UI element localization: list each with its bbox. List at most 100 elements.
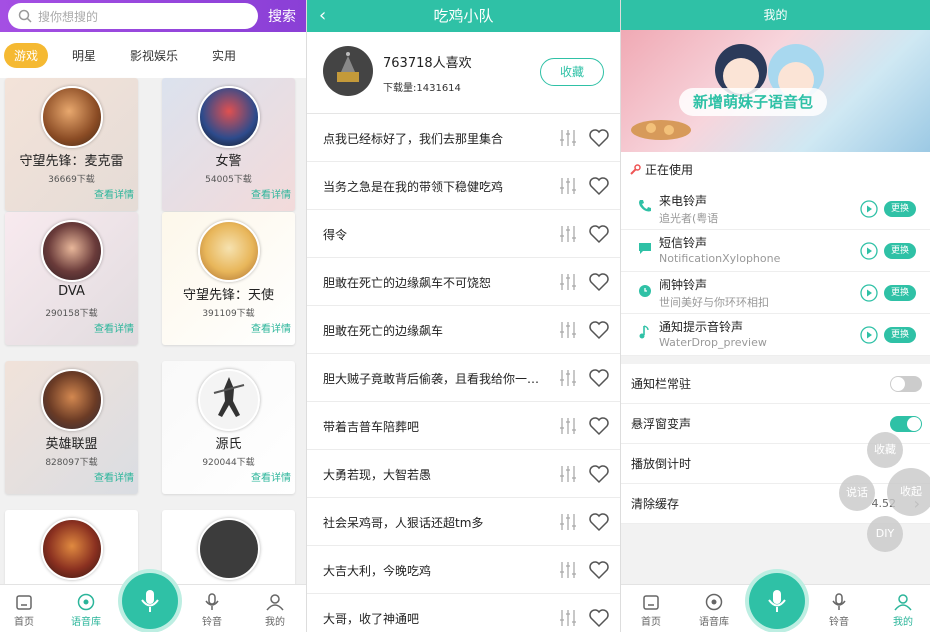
- favorite-button[interactable]: 收藏: [540, 58, 604, 86]
- ringtone-notification[interactable]: 通知提示音铃声 WaterDrop_preview 更换: [621, 314, 930, 356]
- record-button[interactable]: [122, 573, 178, 629]
- equalizer-icon[interactable]: [558, 272, 578, 292]
- view-details-link[interactable]: 查看详情: [251, 320, 291, 335]
- change-button[interactable]: 更换: [884, 201, 916, 217]
- heart-icon[interactable]: [588, 127, 610, 149]
- pack-logo: [323, 46, 373, 96]
- promo-banner[interactable]: 新增萌妹子语音包: [621, 30, 930, 152]
- play-icon[interactable]: [860, 284, 878, 302]
- tab-entertainment[interactable]: 影视娱乐: [120, 43, 188, 68]
- heart-icon[interactable]: [588, 463, 610, 485]
- ringtone-value: 追光者(粤语: [659, 212, 719, 225]
- voice-pack-card[interactable]: DVA 290158下载 查看详情: [5, 212, 138, 345]
- setting-notify[interactable]: 通知栏常驻: [621, 364, 930, 404]
- ringtone-value: NotificationXylophone: [659, 252, 781, 265]
- float-toggle[interactable]: [890, 416, 922, 432]
- view-details-link[interactable]: 查看详情: [94, 469, 134, 484]
- float-collapse-button[interactable]: 收起: [887, 468, 930, 516]
- play-icon[interactable]: [860, 200, 878, 218]
- sound-item[interactable]: 胆大贼子竟敢背后偷袭，且看我给你一个…: [307, 354, 620, 402]
- voice-pack-card[interactable]: 守望先锋：麦克雷 36669下载 查看详情: [5, 78, 138, 211]
- tab-stars[interactable]: 明星: [62, 43, 106, 68]
- nav-library-label: 语音库: [71, 617, 101, 628]
- view-details-link[interactable]: 查看详情: [251, 469, 291, 484]
- voice-pack-card[interactable]: 女警 54005下载 查看详情: [162, 78, 295, 211]
- heart-icon[interactable]: [588, 271, 610, 293]
- equalizer-icon[interactable]: [558, 608, 578, 628]
- sound-item[interactable]: 带着吉普车陪葬吧: [307, 402, 620, 450]
- nav-library[interactable]: 语音库: [66, 593, 106, 628]
- voice-pack-card[interactable]: 源氏 920044下载 查看详情: [162, 361, 295, 494]
- sound-item[interactable]: 社会呆鸡哥，人狠话还超tm多: [307, 498, 620, 546]
- view-details-link[interactable]: 查看详情: [94, 186, 134, 201]
- change-button[interactable]: 更换: [884, 327, 916, 343]
- change-button[interactable]: 更换: [884, 285, 916, 301]
- notify-toggle[interactable]: [890, 376, 922, 392]
- change-button[interactable]: 更换: [884, 243, 916, 259]
- equalizer-icon[interactable]: [558, 464, 578, 484]
- heart-icon[interactable]: [588, 415, 610, 437]
- heart-icon[interactable]: [588, 367, 610, 389]
- heart-icon[interactable]: [588, 223, 610, 245]
- back-arrow-icon[interactable]: ‹: [319, 0, 326, 32]
- nav-ringtone[interactable]: 铃音: [192, 593, 232, 628]
- sound-item[interactable]: 得令: [307, 210, 620, 258]
- nav-mine[interactable]: 我的: [883, 593, 923, 628]
- voice-pack-card[interactable]: [162, 510, 295, 590]
- sound-item[interactable]: 胆敢在死亡的边缘飙车: [307, 306, 620, 354]
- heart-icon[interactable]: [588, 319, 610, 341]
- nav-home[interactable]: 首页: [4, 593, 44, 628]
- equalizer-icon[interactable]: [558, 368, 578, 388]
- equalizer-icon[interactable]: [558, 560, 578, 580]
- search-button[interactable]: 搜索: [268, 6, 296, 26]
- pack-avatar: [40, 369, 103, 431]
- ringtone-sms[interactable]: 短信铃声 NotificationXylophone 更换: [621, 230, 930, 272]
- record-button[interactable]: [749, 573, 805, 629]
- voice-pack-card[interactable]: 守望先锋：天使 391109下载 查看详情: [162, 212, 295, 345]
- heart-icon[interactable]: [588, 607, 610, 629]
- ringtone-value: WaterDrop_preview: [659, 336, 767, 349]
- equalizer-icon[interactable]: [558, 128, 578, 148]
- voice-pack-card[interactable]: [5, 510, 138, 590]
- sound-item[interactable]: 胆敢在死亡的边缘飙车不可饶恕: [307, 258, 620, 306]
- nav-ringtone[interactable]: 铃音: [819, 593, 859, 628]
- equalizer-icon[interactable]: [558, 320, 578, 340]
- nav-library[interactable]: 语音库: [694, 593, 734, 628]
- ringtone-call[interactable]: 来电铃声 追光者(粤语 更换: [621, 188, 930, 230]
- sound-item[interactable]: 大吉大利，今晚吃鸡: [307, 546, 620, 594]
- pack-name: 源氏: [215, 437, 242, 452]
- heart-icon[interactable]: [588, 559, 610, 581]
- pack-likes: 763718人喜欢: [383, 56, 472, 71]
- heart-icon[interactable]: [588, 175, 610, 197]
- sound-item[interactable]: 大哥，收了神通吧: [307, 594, 620, 632]
- sound-item[interactable]: 当务之急是在我的带领下稳健吃鸡: [307, 162, 620, 210]
- tab-utility[interactable]: 实用: [202, 43, 246, 68]
- nav-home[interactable]: 首页: [631, 593, 671, 628]
- sound-title: 得令: [323, 228, 348, 242]
- voice-pack-card[interactable]: 英雄联盟 828097下载 查看详情: [5, 361, 138, 494]
- nav-mine[interactable]: 我的: [255, 593, 295, 628]
- equalizer-icon[interactable]: [558, 224, 578, 244]
- equalizer-icon[interactable]: [558, 512, 578, 532]
- equalizer-icon[interactable]: [558, 176, 578, 196]
- heart-icon[interactable]: [588, 511, 610, 533]
- view-details-link[interactable]: 查看详情: [94, 320, 134, 335]
- ringtone-alarm[interactable]: 闹钟铃声 世间美好与你环环相扣 更换: [621, 272, 930, 314]
- play-icon[interactable]: [860, 326, 878, 344]
- play-icon[interactable]: [860, 242, 878, 260]
- pack-avatar: [197, 369, 260, 431]
- pack-name: 守望先锋：天使: [182, 288, 274, 303]
- pack-download-count: 下载量:1431614: [383, 83, 461, 94]
- equalizer-icon[interactable]: [558, 416, 578, 436]
- float-fav-button[interactable]: 收藏: [867, 432, 903, 468]
- sound-title: 社会呆鸡哥，人狠话还超tm多: [323, 516, 484, 530]
- float-diy-button[interactable]: DIY: [867, 516, 903, 552]
- pack-info: 763718人喜欢 下载量:1431614 收藏: [307, 32, 620, 114]
- view-details-link[interactable]: 查看详情: [251, 186, 291, 201]
- search-input[interactable]: 搜你想搜的: [8, 3, 258, 29]
- float-speak-button[interactable]: 说话: [839, 475, 875, 511]
- tab-games[interactable]: 游戏: [4, 42, 49, 68]
- sound-item[interactable]: 大勇若现，大智若愚: [307, 450, 620, 498]
- sound-item[interactable]: 点我已经标好了，我们去那里集合: [307, 114, 620, 162]
- ringtone-label: 闹钟铃声: [659, 278, 708, 292]
